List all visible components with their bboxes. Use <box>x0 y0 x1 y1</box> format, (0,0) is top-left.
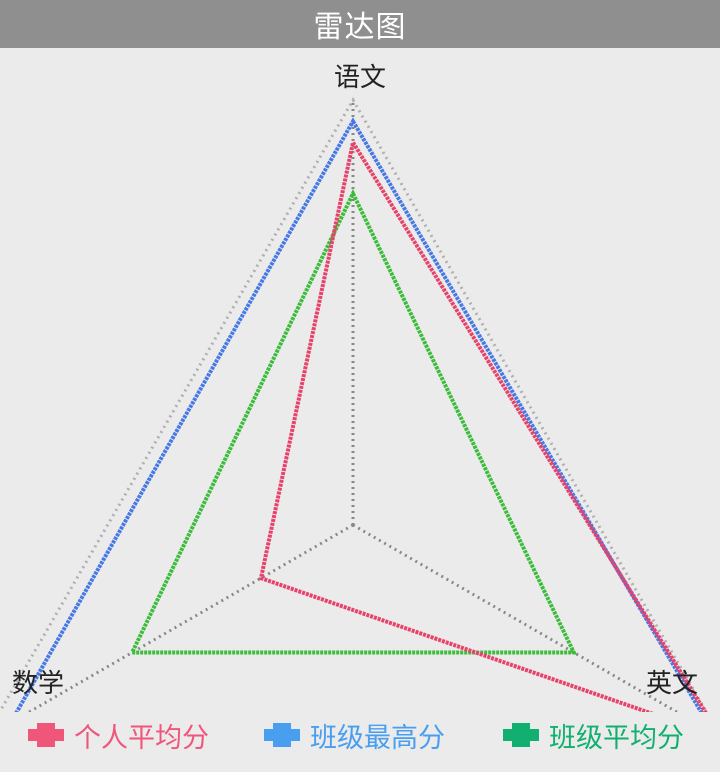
series-line <box>258 137 708 712</box>
legend-item-personal-average[interactable]: 个人平均分 <box>28 712 209 758</box>
radar-chart: 语文 英文 数学 <box>0 48 720 772</box>
legend-label: 班级平均分 <box>549 722 684 754</box>
radar-series-layer <box>14 117 708 712</box>
axis-label-english: 英文 <box>646 669 698 699</box>
title-bar: 雷达图 <box>0 0 720 48</box>
legend-label: 个人平均分 <box>74 722 209 754</box>
legend-item-class-highest[interactable]: 班级最高分 <box>264 712 445 758</box>
legend-swatch-personal-average <box>28 723 64 747</box>
legend-swatch-class-average <box>503 723 539 747</box>
legend-swatch-class-highest <box>264 723 300 747</box>
axis-label-math: 数学 <box>12 669 64 699</box>
radar-outer-frame <box>0 96 709 712</box>
radar-chart-svg: 语文 英文 数学 <box>0 63 709 712</box>
legend-item-class-average[interactable]: 班级平均分 <box>503 712 684 758</box>
page-title: 雷达图 <box>313 10 407 45</box>
radar-grid <box>0 96 709 712</box>
axis-label-chinese: 语文 <box>334 63 386 93</box>
chart-legend: 个人平均分 班级最高分 班级平均分 <box>0 712 720 758</box>
legend-label: 班级最高分 <box>310 722 445 754</box>
